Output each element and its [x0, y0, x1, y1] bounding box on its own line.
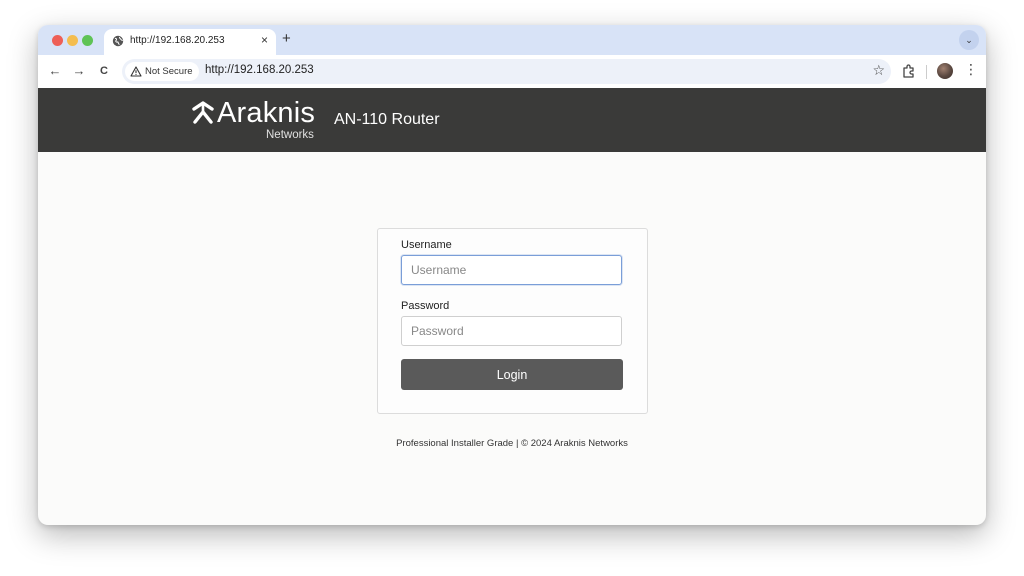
puzzle-icon[interactable] [900, 62, 918, 80]
tab-close-icon[interactable]: × [261, 33, 268, 47]
globe-icon [112, 35, 124, 47]
browser-tab[interactable]: http://192.168.20.253 × [104, 29, 276, 55]
security-chip[interactable]: Not Secure [125, 62, 199, 81]
reload-button[interactable]: C [95, 62, 113, 80]
toolbar-divider [926, 65, 927, 79]
close-window-button[interactable] [52, 35, 63, 46]
browser-toolbar: ← → C Not Secure http://192.168.20.253 ☆… [38, 55, 986, 89]
username-label: Username [401, 239, 452, 251]
login-button[interactable]: Login [401, 359, 623, 390]
page-footer: Professional Installer Grade | © 2024 Ar… [396, 438, 628, 449]
logo-text: Araknis [217, 97, 316, 129]
tab-strip: http://192.168.20.253 × + ⌄ [38, 25, 986, 55]
password-input[interactable] [401, 316, 622, 346]
araknis-logo-icon [192, 101, 214, 124]
security-label: Not Secure [145, 66, 193, 77]
login-card: Username Password Login [377, 228, 648, 414]
password-label: Password [401, 300, 450, 312]
profile-avatar[interactable] [937, 63, 953, 79]
tab-search-button[interactable]: ⌄ [959, 30, 979, 50]
logo-subtext: Networks [266, 129, 314, 141]
new-tab-button[interactable]: + [282, 30, 291, 47]
page-header: Araknis Networks AN-110 Router [38, 88, 986, 152]
minimize-window-button[interactable] [67, 35, 78, 46]
warning-triangle-icon [130, 66, 142, 77]
browser-window: http://192.168.20.253 × + ⌄ ← → C Not Se… [38, 25, 986, 525]
username-input[interactable] [401, 255, 622, 285]
forward-button[interactable]: → [70, 62, 88, 80]
product-name: AN-110 Router [334, 111, 440, 128]
back-button[interactable]: ← [46, 62, 64, 80]
address-bar[interactable]: Not Secure http://192.168.20.253 ☆ [122, 59, 891, 84]
maximize-window-button[interactable] [82, 35, 93, 46]
bookmark-star-icon[interactable]: ☆ [872, 62, 885, 79]
url-text[interactable]: http://192.168.20.253 [205, 64, 314, 76]
tab-title: http://192.168.20.253 [130, 35, 225, 46]
browser-menu-icon[interactable]: ⋮ [964, 61, 978, 78]
